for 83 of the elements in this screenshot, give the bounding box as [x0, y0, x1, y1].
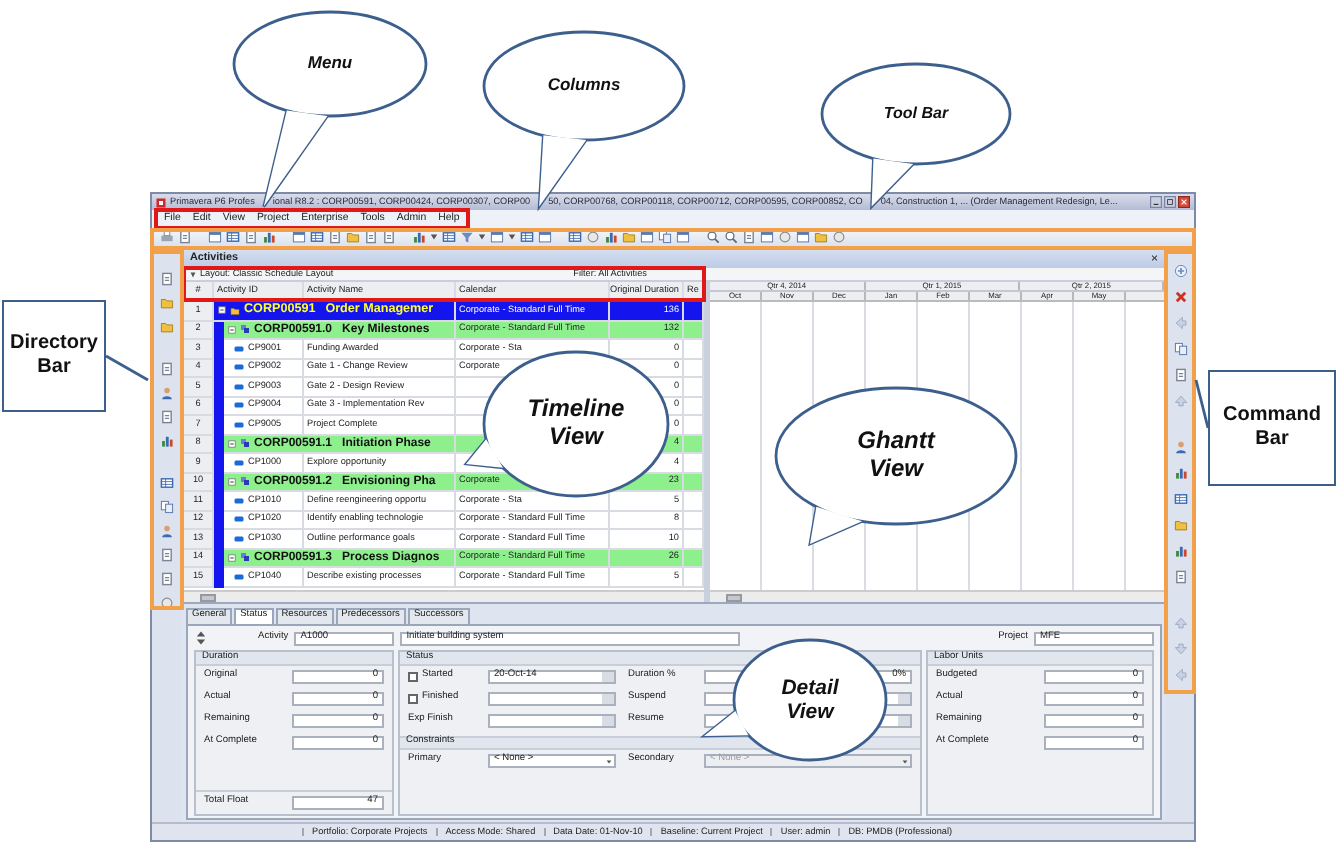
callout-label: Columns — [547, 76, 621, 96]
delete-icon[interactable] — [1173, 290, 1187, 304]
copy-icon[interactable] — [1173, 342, 1187, 356]
document-icon[interactable] — [160, 572, 174, 586]
copy-icon[interactable] — [160, 500, 174, 514]
window-icon[interactable] — [538, 230, 552, 244]
table-icon[interactable] — [1173, 492, 1187, 506]
document-icon[interactable] — [742, 230, 756, 244]
maximize-icon[interactable] — [1164, 196, 1176, 208]
document-icon[interactable] — [244, 230, 258, 244]
task-icon — [234, 571, 244, 582]
circle-icon[interactable] — [160, 596, 174, 610]
folder-icon — [230, 305, 240, 316]
scrollbar[interactable] — [184, 590, 704, 602]
wbs-icon — [240, 476, 250, 487]
window-icon[interactable] — [208, 230, 222, 244]
window-icon[interactable] — [676, 230, 690, 244]
document-icon[interactable] — [364, 230, 378, 244]
document-icon[interactable] — [160, 548, 174, 562]
document-icon[interactable] — [160, 362, 174, 376]
table-icon[interactable] — [568, 230, 582, 244]
person-icon[interactable] — [160, 386, 174, 400]
circle-icon[interactable] — [778, 230, 792, 244]
callout-label: Ghantt View — [855, 428, 938, 484]
task-icon — [234, 457, 244, 468]
caret-icon[interactable] — [478, 234, 486, 240]
callout-note: Command Bar — [1208, 370, 1336, 486]
bar-chart-icon[interactable] — [160, 434, 174, 448]
callout-label: Tool Bar — [883, 104, 949, 124]
printer-icon[interactable] — [160, 230, 174, 244]
document-icon[interactable] — [160, 410, 174, 424]
bar-chart-icon[interactable] — [262, 230, 276, 244]
wbs-icon — [240, 324, 250, 335]
window-icon[interactable] — [796, 230, 810, 244]
document-icon[interactable] — [1173, 570, 1187, 584]
magnifier-icon[interactable] — [706, 230, 720, 244]
window-icon[interactable] — [640, 230, 654, 244]
circle-icon[interactable] — [832, 230, 846, 244]
folder-icon[interactable] — [1173, 518, 1187, 532]
bar-chart-icon[interactable] — [1173, 466, 1187, 480]
caret-icon — [902, 759, 908, 763]
bar-chart-icon[interactable] — [412, 230, 426, 244]
leader-line — [1194, 379, 1210, 429]
scrollbar[interactable] — [710, 590, 1164, 602]
circle-icon[interactable] — [586, 230, 600, 244]
window-icon[interactable] — [292, 230, 306, 244]
document-icon[interactable] — [160, 272, 174, 286]
document-icon[interactable] — [382, 230, 396, 244]
callout-label: Detail View — [779, 675, 841, 725]
table-icon[interactable] — [310, 230, 324, 244]
callout-label: Menu — [307, 54, 353, 74]
plus-icon[interactable] — [1173, 264, 1187, 278]
person-icon[interactable] — [1173, 440, 1187, 454]
document-icon[interactable] — [178, 230, 192, 244]
spinner-icon[interactable] — [194, 630, 208, 646]
wbs-icon — [240, 438, 250, 449]
magnifier-icon[interactable] — [724, 230, 738, 244]
table-icon[interactable] — [226, 230, 240, 244]
table-icon[interactable] — [160, 476, 174, 490]
document-icon[interactable] — [1173, 368, 1187, 382]
app-icon — [156, 197, 166, 207]
close-icon[interactable] — [1178, 196, 1190, 208]
wbs-icon — [240, 552, 250, 563]
document-icon[interactable] — [328, 230, 342, 244]
callout-note: Directory Bar — [2, 300, 106, 412]
leader-line — [105, 354, 149, 382]
checkbox[interactable] — [408, 672, 418, 682]
minimize-icon[interactable] — [1150, 196, 1162, 208]
bar-chart-icon[interactable] — [1173, 544, 1187, 558]
caret-icon[interactable] — [508, 234, 516, 240]
caret-icon — [606, 759, 612, 763]
window-icon[interactable] — [760, 230, 774, 244]
copy-icon[interactable] — [658, 230, 672, 244]
date-field[interactable] — [488, 692, 616, 706]
window-icon[interactable] — [490, 230, 504, 244]
table-icon[interactable] — [442, 230, 456, 244]
collapse-icon[interactable] — [218, 306, 226, 315]
date-field[interactable] — [488, 714, 616, 728]
table-icon[interactable] — [520, 230, 534, 244]
caret-icon[interactable] — [430, 234, 438, 240]
checkbox[interactable] — [408, 694, 418, 704]
bar-chart-icon[interactable] — [604, 230, 618, 244]
person-icon[interactable] — [160, 524, 174, 538]
